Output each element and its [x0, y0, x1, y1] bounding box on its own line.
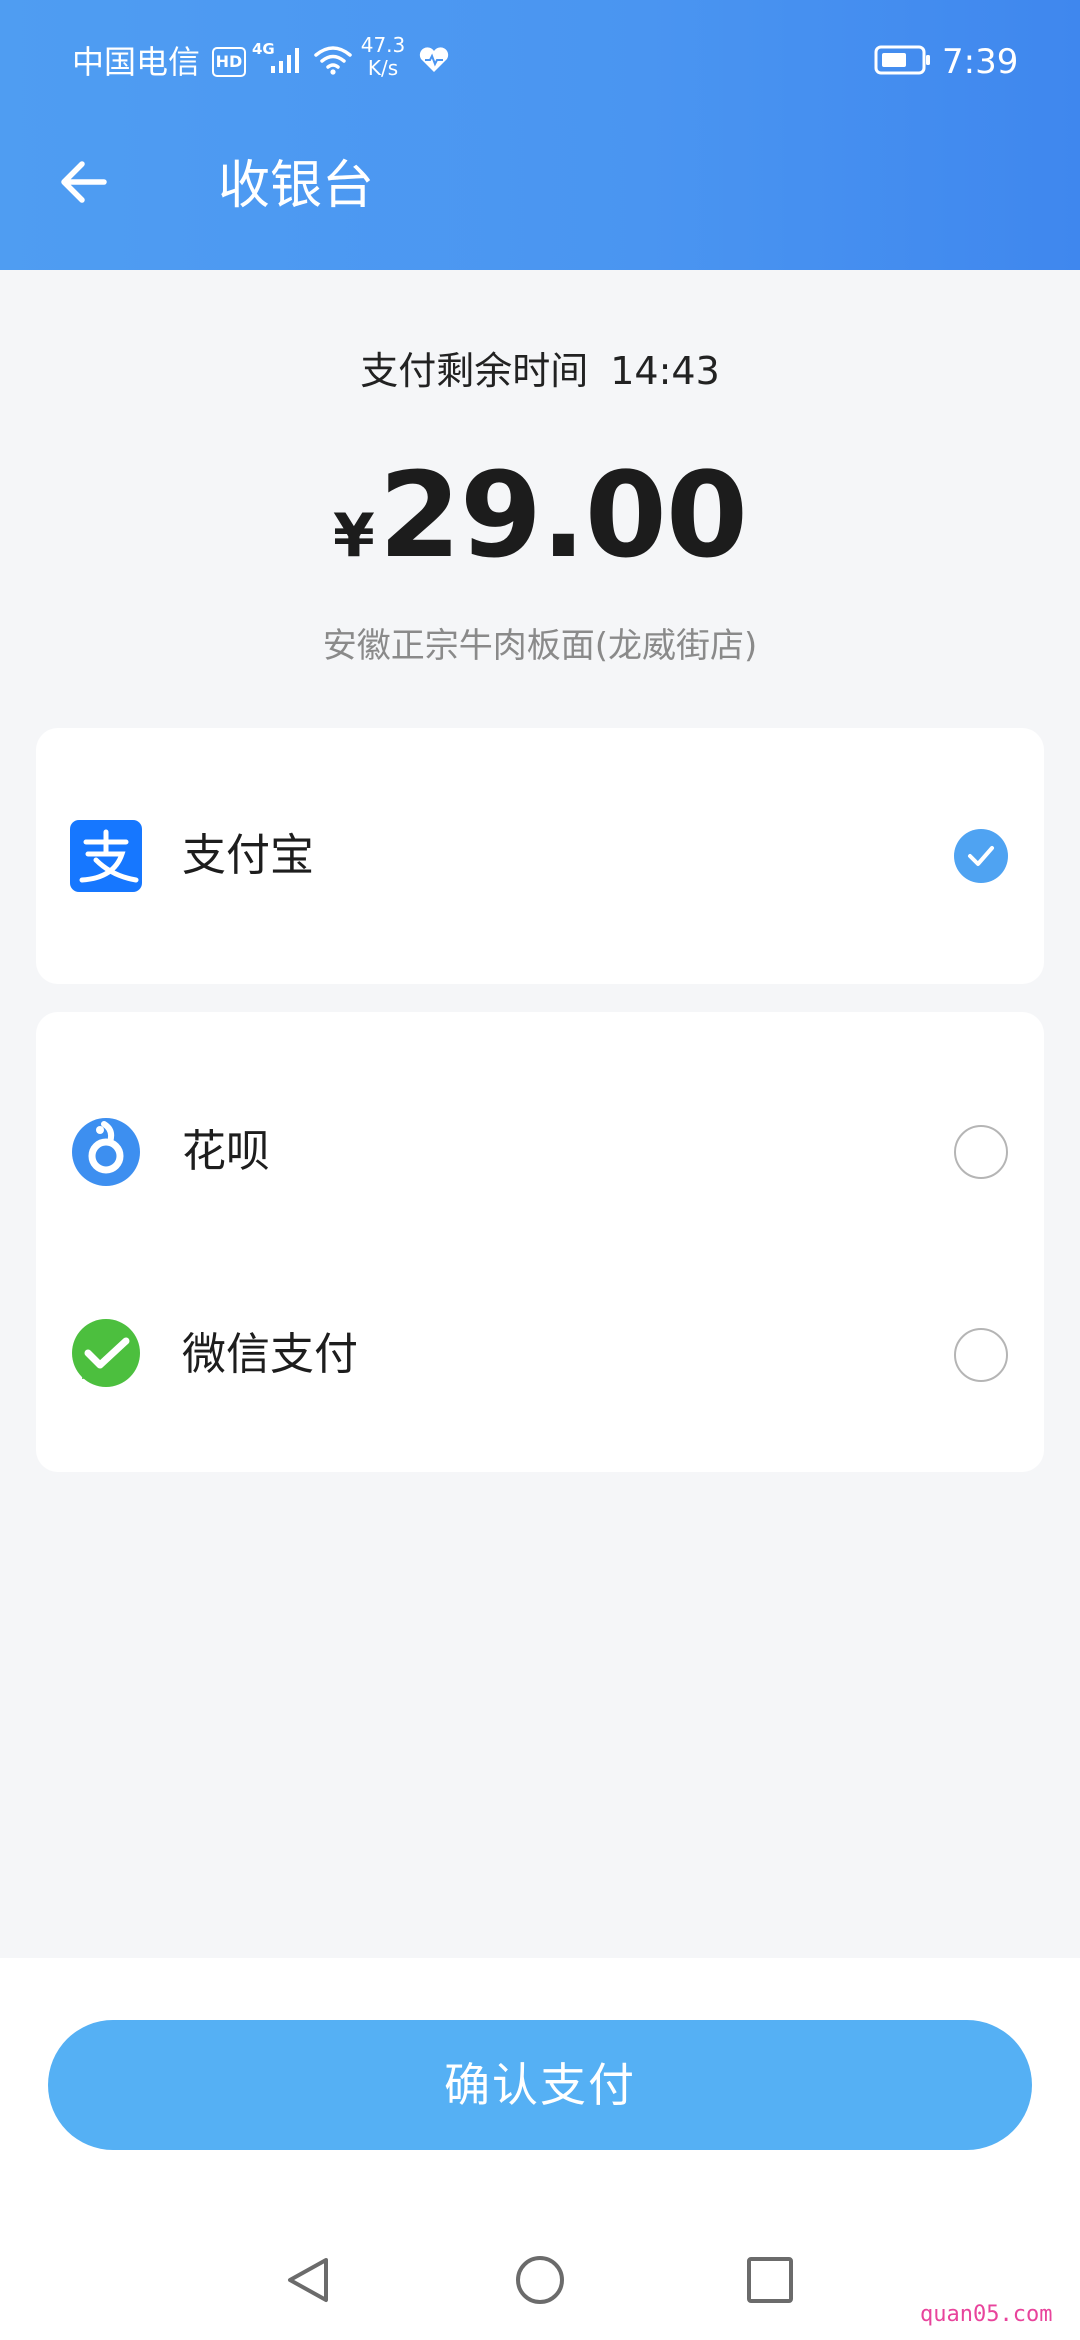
countdown-value: 14:43 [610, 349, 720, 393]
hd-badge: HD [212, 47, 246, 77]
radio-unselected[interactable] [954, 1328, 1008, 1382]
nav-back-icon[interactable] [282, 2252, 338, 2308]
confirm-pay-button[interactable]: 确认支付 [48, 2020, 1032, 2150]
primary-method-card: 支付宝 [36, 728, 1044, 984]
currency-symbol: ¥ [333, 501, 375, 571]
payment-option-label: 支付宝 [182, 830, 314, 881]
page-title: 收银台 [218, 156, 375, 216]
header-bar: 中国电信 HD 4G 47.3 K/s 7:39 收银台 [0, 0, 1080, 270]
payment-countdown: 支付剩余时间 14:43 [0, 344, 1080, 398]
wechat-pay-icon [72, 1319, 140, 1387]
wifi-icon [314, 46, 352, 75]
nav-recent-icon[interactable] [744, 2254, 796, 2306]
payment-amount: ¥29.00 [0, 440, 1080, 590]
network-speed: 47.3 K/s [358, 34, 408, 80]
amount-value: 29.00 [378, 446, 748, 584]
payment-option-label: 花呗 [182, 1126, 270, 1177]
nav-home-icon[interactable] [512, 2252, 568, 2308]
signal-icon [271, 48, 299, 73]
payment-option-alipay[interactable]: 支付宝 [36, 791, 1044, 921]
radio-unselected[interactable] [954, 1125, 1008, 1179]
speed-value: 47.3 [360, 33, 406, 57]
countdown-label: 支付剩余时间 [360, 349, 589, 393]
checkmark-icon [968, 846, 994, 866]
battery-icon [874, 45, 930, 75]
system-nav-bar [0, 2230, 1080, 2340]
payment-option-wechat[interactable]: 微信支付 [36, 1290, 1044, 1420]
speed-unit: K/s [367, 56, 399, 80]
huabei-icon [72, 1118, 140, 1186]
clock: 7:39 [942, 42, 1019, 82]
payment-option-label: 微信支付 [182, 1329, 358, 1380]
other-methods-card: 花呗 微信支付 [36, 1012, 1044, 1472]
heart-icon [419, 47, 449, 72]
arrow-left-icon[interactable] [52, 150, 116, 214]
merchant-name: 安徽正宗牛肉板面(龙威街店) [322, 626, 758, 666]
status-bar: 中国电信 HD 4G 47.3 K/s 7:39 [0, 0, 1080, 120]
payment-option-huabei[interactable]: 花呗 [36, 1087, 1044, 1217]
radio-selected[interactable] [954, 829, 1008, 883]
carrier-name: 中国电信 [72, 43, 201, 81]
alipay-icon [70, 820, 142, 892]
watermark: quan05.com [920, 2302, 1053, 2327]
